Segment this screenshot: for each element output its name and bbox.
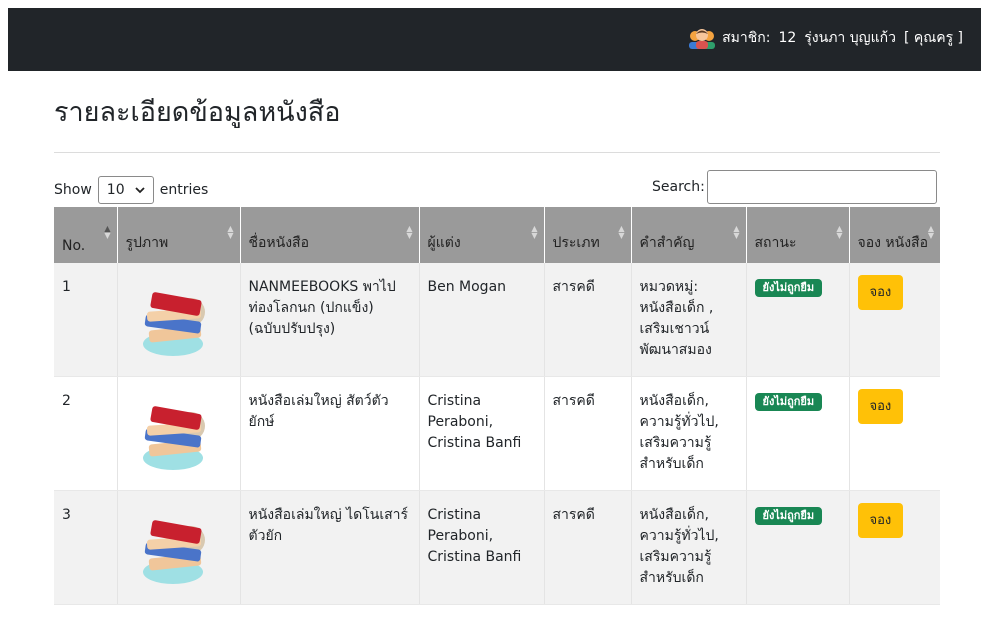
search-input[interactable] xyxy=(706,170,937,204)
column-header-status[interactable]: สถานะ ▲ ▼ xyxy=(746,207,850,263)
cell-author: Ben Mogan xyxy=(419,263,545,377)
search-label: Search: xyxy=(652,179,705,195)
status-badge: ยังไม่ถูกยืม xyxy=(754,279,823,297)
cell-image xyxy=(117,376,241,491)
table-row: 3 หนังสือเล่มใหญ่ ไดโนเสาร์ตัวยัก Cristi… xyxy=(54,490,940,605)
column-header-title[interactable]: ชื่อหนังสือ ▲ ▼ xyxy=(240,207,420,263)
status-badge: ยังไม่ถูกยืม xyxy=(754,393,823,411)
book-stack-icon xyxy=(126,385,226,480)
cell-no: 2 xyxy=(54,376,118,491)
page-title: รายละเอียดข้อมูลหนังสือ xyxy=(54,97,341,128)
cell-status: ยังไม่ถูกยืม xyxy=(746,376,850,491)
table-header-row: No. ▲ ▼ รูปภาพ ▲ ▼ ชื่อหนังสือ ▲ ▼ ผู้แต่ง ▲ ▼ ป… xyxy=(54,207,940,263)
book-stack-icon xyxy=(126,499,226,594)
cell-category: สารคดี xyxy=(544,263,632,377)
chevron-down-icon xyxy=(135,187,145,194)
entries-label: entries xyxy=(159,182,209,198)
column-header-image[interactable]: รูปภาพ ▲ ▼ xyxy=(117,207,241,263)
entries-length-control: Show 10 entries xyxy=(54,176,208,204)
top-navbar: สมาชิก: 12 รุ่งนภา บุญแก้ว [ คุณครู ] xyxy=(8,8,981,71)
cell-status: ยังไม่ถูกยืม xyxy=(746,263,850,377)
show-label: Show xyxy=(54,182,92,198)
cell-keywords: หนังสือเด็ก, ความรู้ทั่วไป, เสริมความรู้… xyxy=(631,490,747,605)
sort-icon: ▲ ▼ xyxy=(618,224,625,240)
reserve-button[interactable]: จอง xyxy=(857,503,904,538)
entries-value: 10 xyxy=(106,182,125,198)
cell-category: สารคดี xyxy=(544,376,632,491)
column-header-category[interactable]: ประเภท ▲ ▼ xyxy=(544,207,632,263)
cell-no: 3 xyxy=(54,490,118,605)
divider xyxy=(54,152,940,153)
cell-reserve: จอง xyxy=(849,263,940,377)
cell-keywords: หมวดหมู่: หนังสือเด็ก , เสริมเชาวน์ พัฒน… xyxy=(631,263,747,377)
cell-title: NANMEEBOOKS พาไปท่องโลกนก (ปกแข็ง) (ฉบับ… xyxy=(240,263,420,377)
cell-title: หนังสือเล่มใหญ่ สัตว์ตัวยักษ์ xyxy=(240,376,420,491)
cell-keywords: หนังสือเด็ก, ความรู้ทั่วไป, เสริมความรู้… xyxy=(631,376,747,491)
cell-status: ยังไม่ถูกยืม xyxy=(746,490,850,605)
sort-icon: ▲ ▼ xyxy=(836,224,843,240)
table-row: 2 หนังสือเล่มใหญ่ สัตว์ตัวยักษ์ Cristina… xyxy=(54,376,940,491)
sort-icon: ▲ ▼ xyxy=(531,224,538,240)
reserve-button[interactable]: จอง xyxy=(857,389,904,424)
search-control: Search: xyxy=(652,170,937,204)
member-id: 12 xyxy=(778,30,797,46)
sort-icon: ▲ ▼ xyxy=(227,224,234,240)
users-avatar-icon xyxy=(689,29,716,49)
cell-reserve: จอง xyxy=(849,490,940,605)
member-name: รุ่งนภา บุญแก้ว xyxy=(804,30,896,46)
entries-select[interactable]: 10 xyxy=(97,176,154,204)
column-header-reserve[interactable]: จอง หนังสือ ▲ ▼ xyxy=(849,207,940,263)
sort-icon: ▲ ▼ xyxy=(733,224,740,240)
column-header-author[interactable]: ผู้แต่ง ▲ ▼ xyxy=(419,207,545,263)
table-row: 1 NANMEEBOOKS พาไปท่องโลกนก (ปกแข็ง) (ฉบ… xyxy=(54,263,940,377)
cell-title: หนังสือเล่มใหญ่ ไดโนเสาร์ตัวยัก xyxy=(240,490,420,605)
sort-icon: ▲ ▼ xyxy=(927,224,934,240)
cell-image xyxy=(117,490,241,605)
user-info[interactable]: สมาชิก: 12 รุ่งนภา บุญแก้ว [ คุณครู ] xyxy=(688,27,963,49)
book-stack-icon xyxy=(126,271,226,366)
column-header-keywords[interactable]: คำสำคัญ ▲ ▼ xyxy=(631,207,747,263)
member-label: สมาชิก: xyxy=(722,30,771,46)
cell-author: Cristina Peraboni, Cristina Banfi xyxy=(419,376,545,491)
cell-author: Cristina Peraboni, Cristina Banfi xyxy=(419,490,545,605)
cell-image xyxy=(117,263,241,377)
cell-category: สารคดี xyxy=(544,490,632,605)
reserve-button[interactable]: จอง xyxy=(857,275,904,310)
cell-no: 1 xyxy=(54,263,118,377)
status-badge: ยังไม่ถูกยืม xyxy=(754,507,823,525)
books-table: No. ▲ ▼ รูปภาพ ▲ ▼ ชื่อหนังสือ ▲ ▼ ผู้แต่ง ▲ ▼ ป… xyxy=(54,207,940,605)
column-header-no[interactable]: No. ▲ ▼ xyxy=(54,207,118,263)
cell-reserve: จอง xyxy=(849,376,940,491)
sort-icon: ▲ ▼ xyxy=(406,224,413,240)
sort-asc-icon: ▲ ▼ xyxy=(104,224,111,240)
member-role: [ คุณครู ] xyxy=(903,30,963,46)
